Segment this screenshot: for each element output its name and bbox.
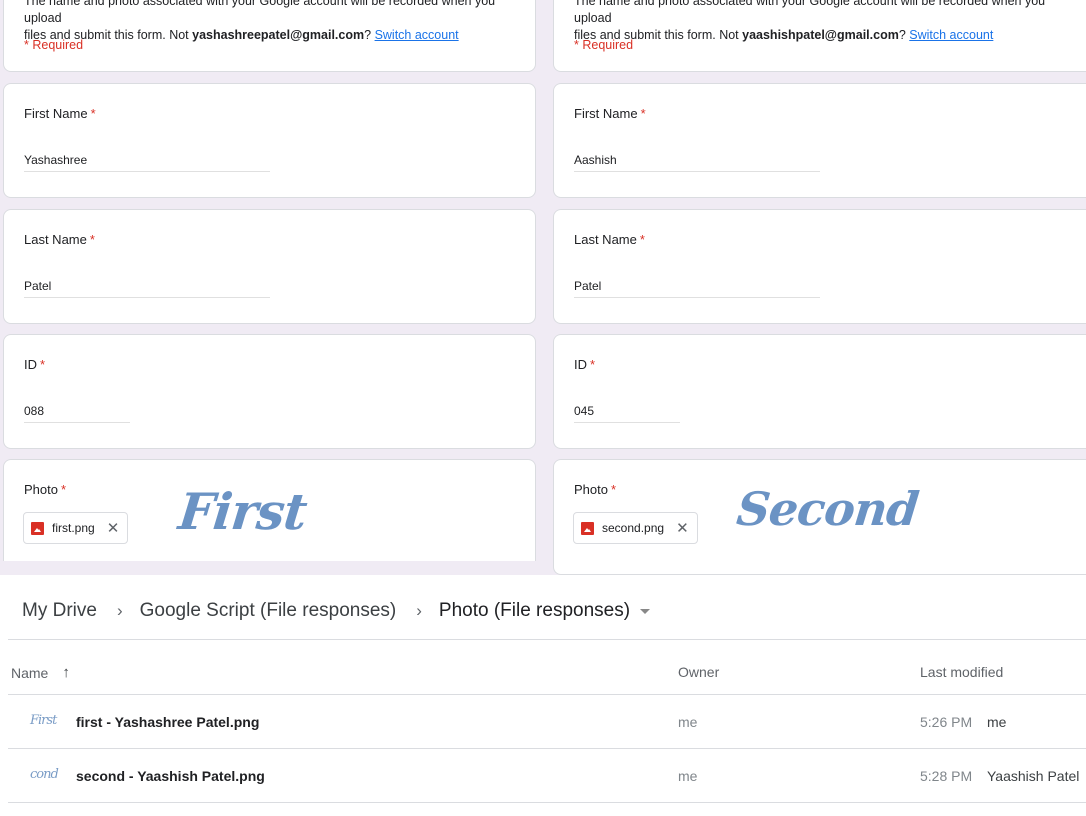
photo-preview-text: First [175, 482, 310, 541]
question-first-name: First Name * Aashish [553, 83, 1086, 198]
question-title: Last Name * [574, 232, 645, 247]
image-file-icon [31, 521, 44, 535]
notice-suffix: ? [364, 28, 372, 42]
notice-suffix: ? [898, 28, 906, 42]
panel-divider [540, 0, 550, 560]
question-label: ID [574, 357, 587, 372]
form-response-first: The name and photo associated with your … [0, 0, 540, 575]
question-label: ID [24, 357, 37, 372]
question-title: First Name * [574, 106, 646, 121]
file-name: first - Yashashree Patel.png [76, 714, 260, 730]
modified-time: 5:28 PM [920, 768, 973, 784]
question-label: Last Name [574, 232, 637, 247]
file-row[interactable]: First first - Yashashree Patel.png me 5:… [8, 695, 1086, 749]
required-star: * [89, 232, 95, 247]
file-name: second - Yaashish Patel.png [76, 768, 265, 784]
close-icon[interactable]: ✕ [676, 521, 689, 536]
column-header-last-modified[interactable]: Last modified [920, 664, 1003, 680]
last-name-input[interactable]: Patel [24, 276, 270, 298]
question-label: Last Name [24, 232, 87, 247]
breadcrumb-photo-folder[interactable]: Photo (File responses) [439, 600, 630, 622]
required-star: * [60, 482, 67, 497]
switch-account-link[interactable]: Switch account [375, 28, 459, 42]
drive-folder-view: My Drive › Google Script (File responses… [0, 575, 1086, 816]
breadcrumb: My Drive › Google Script (File responses… [22, 600, 651, 622]
image-thumbnail-icon: cond [30, 767, 59, 782]
column-label: Name [11, 664, 49, 681]
question-last-name: Last Name * Patel [3, 209, 536, 324]
last-name-input[interactable]: Patel [574, 276, 820, 298]
form-header-card: The name and photo associated with your … [3, 0, 536, 72]
file-owner: me [678, 768, 698, 784]
account-notice: The name and photo associated with your … [24, 0, 521, 44]
required-note: * Required [24, 38, 84, 52]
required-star: * [40, 357, 46, 372]
forms-comparison: The name and photo associated with your … [0, 0, 1086, 575]
notice-line-1: The name and photo associated with your … [574, 0, 1046, 25]
account-email: yashashreepatel@gmail.com [192, 28, 365, 42]
required-star: * [639, 232, 645, 247]
form-response-second: The name and photo associated with your … [550, 0, 1086, 575]
question-id: ID * 045 [553, 334, 1086, 449]
question-label: Photo [24, 482, 58, 497]
question-first-name: First Name * Yashashree [3, 83, 536, 198]
image-file-icon [581, 521, 594, 535]
breadcrumb-google-script[interactable]: Google Script (File responses) [140, 600, 397, 622]
account-notice: The name and photo associated with your … [574, 0, 1082, 44]
question-label: First Name [574, 106, 638, 121]
question-title: ID * [574, 357, 595, 372]
question-label: Photo [574, 482, 608, 497]
chevron-right-icon: › [116, 601, 123, 620]
question-id: ID * 088 [3, 334, 536, 449]
switch-account-link[interactable]: Switch account [909, 28, 993, 42]
breadcrumb-my-drive[interactable]: My Drive [22, 600, 97, 622]
form-header-card: The name and photo associated with your … [553, 0, 1086, 72]
question-title: First Name * [24, 106, 96, 121]
notice-line-1: The name and photo associated with your … [24, 0, 496, 25]
file-name: second.png [602, 521, 665, 535]
chevron-right-icon: › [416, 601, 422, 620]
close-icon[interactable]: ✕ [107, 521, 120, 536]
required-star: * [610, 482, 617, 497]
file-name: first.png [52, 521, 95, 535]
question-title: Photo * [574, 482, 616, 497]
question-photo: Photo * first.png ✕ First [3, 459, 536, 561]
file-row[interactable]: cond second - Yaashish Patel.png me 5:28… [8, 749, 1086, 803]
id-input[interactable]: 088 [24, 401, 130, 423]
uploaded-file-chip[interactable]: first.png ✕ [23, 512, 129, 544]
file-owner: me [678, 714, 698, 730]
divider [8, 802, 1086, 803]
required-note: * Required [574, 38, 634, 52]
question-title: Last Name * [24, 232, 95, 247]
first-name-input[interactable]: Yashashree [24, 150, 270, 172]
first-name-input[interactable]: Aashish [574, 150, 820, 172]
uploaded-file-chip[interactable]: second.png ✕ [573, 512, 698, 544]
column-header-owner[interactable]: Owner [678, 664, 719, 680]
modified-by: Yaashish Patel [987, 768, 1080, 784]
id-input[interactable]: 045 [574, 401, 680, 423]
question-label: First Name [24, 106, 88, 121]
required-star: * [590, 357, 596, 372]
modified-by: me [987, 714, 1007, 730]
question-last-name: Last Name * Patel [553, 209, 1086, 324]
divider [8, 639, 1086, 640]
sort-ascending-icon[interactable]: ↑ [62, 664, 70, 681]
photo-preview-text: Second [734, 482, 921, 536]
required-star: * [640, 106, 646, 121]
question-title: ID * [24, 357, 45, 372]
image-thumbnail-icon: First [30, 713, 57, 728]
modified-time: 5:26 PM [920, 714, 973, 730]
account-email: yaashishpatel@gmail.com [742, 28, 899, 42]
column-header-name[interactable]: Name ↑ [11, 664, 70, 681]
question-title: Photo * [24, 482, 66, 497]
caret-down-icon[interactable] [640, 608, 651, 614]
required-star: * [90, 106, 96, 121]
question-photo: Photo * second.png ✕ Second [553, 459, 1086, 575]
